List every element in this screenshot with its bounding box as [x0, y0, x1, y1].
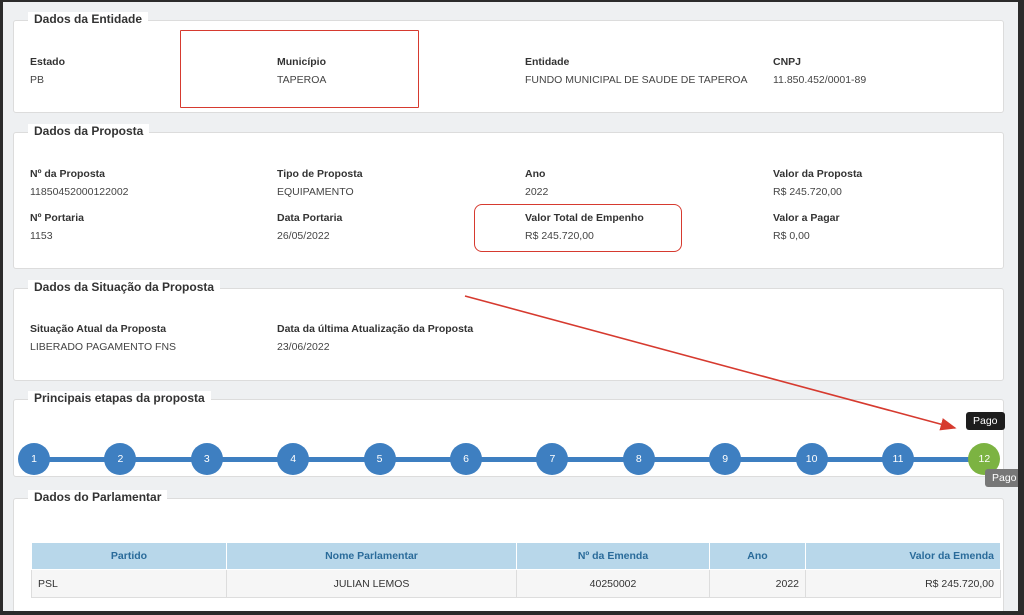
field-label-data-portaria: Data Portaria: [277, 212, 343, 224]
field-value-valor-pagar: R$ 0,00: [773, 230, 810, 242]
timeline-step-9[interactable]: 9: [709, 443, 742, 475]
panel-proposta: Dados da Proposta Nº da Proposta 1185045…: [13, 124, 1004, 269]
panel-title: Dados da Situação da Proposta: [28, 280, 221, 294]
panel-title: Dados do Parlamentar: [28, 490, 168, 504]
timeline-step-8[interactable]: 8: [622, 443, 655, 475]
column-header-ano[interactable]: Ano: [709, 542, 806, 570]
field-label-valor-pagar: Valor a Pagar: [773, 212, 840, 224]
timeline-step-1[interactable]: 1: [18, 443, 50, 475]
field-value-ano: 2022: [525, 186, 549, 198]
column-header-nome[interactable]: Nome Parlamentar: [226, 542, 517, 570]
field-value-entidade: FUNDO MUNICIPAL DE SAUDE DE TAPEROA: [525, 74, 748, 86]
timeline-step-11[interactable]: 11: [882, 443, 914, 475]
column-header-valor[interactable]: Valor da Emenda: [805, 542, 1001, 570]
cell-valor: R$ 245.720,00: [805, 569, 1001, 598]
page: Dados da Entidade Estado PB Município TA…: [3, 2, 1018, 611]
field-value-tipo-proposta: EQUIPAMENTO: [277, 186, 354, 198]
panel-situacao: Dados da Situação da Proposta Situação A…: [13, 280, 1004, 381]
parlamentar-table: Partido Nome Parlamentar Nº da Emenda An…: [31, 542, 1001, 598]
panel-parlamentar: Dados do Parlamentar Partido Nome Parlam…: [13, 490, 1004, 611]
cell-ano: 2022: [709, 569, 806, 598]
column-header-emenda[interactable]: Nº da Emenda: [516, 542, 710, 570]
field-label-situacao-atual: Situação Atual da Proposta: [30, 323, 167, 335]
timeline-step-6[interactable]: 6: [450, 443, 482, 475]
field-label-valor-proposta: Valor da Proposta: [773, 168, 863, 180]
timeline-step-2[interactable]: 2: [104, 443, 137, 475]
timeline-step-10[interactable]: 10: [795, 443, 828, 475]
field-label-cnpj: CNPJ: [773, 56, 802, 68]
panel-title: Dados da Proposta: [28, 124, 150, 138]
panel-title: Dados da Entidade: [28, 12, 149, 26]
column-header-partido[interactable]: Partido: [31, 542, 227, 570]
timeline-step-7[interactable]: 7: [536, 443, 569, 475]
field-label-municipio: Município: [277, 56, 326, 68]
timeline-step-3[interactable]: 3: [190, 443, 223, 475]
table-row[interactable]: PSL JULIAN LEMOS 40250002 2022 R$ 245.72…: [31, 569, 1001, 598]
field-label-portaria: Nº Portaria: [30, 212, 85, 224]
cell-partido: PSL: [31, 569, 227, 598]
field-value-valor-empenho: R$ 245.720,00: [525, 230, 594, 242]
timeline-track: [30, 457, 980, 462]
step-tooltip-secondary: Pago: [985, 469, 1018, 487]
cell-emenda: 40250002: [516, 569, 710, 598]
field-label-ano: Ano: [525, 168, 546, 180]
field-value-ultima-atualizacao: 23/06/2022: [277, 341, 330, 353]
table-header-row: Partido Nome Parlamentar Nº da Emenda An…: [31, 542, 1001, 570]
field-value-numero-proposta: 11850452000122002: [30, 186, 129, 198]
field-value-portaria: 1153: [30, 230, 53, 242]
field-value-situacao-atual: LIBERADO PAGAMENTO FNS: [30, 341, 177, 353]
field-value-estado: PB: [30, 74, 45, 86]
timeline-step-4[interactable]: 4: [277, 443, 310, 475]
panel-etapas: Principais etapas da proposta 1 2 3 4 5 6 7 8 9 1…: [13, 391, 1005, 477]
panel-entidade: Dados da Entidade Estado PB Município TA…: [13, 12, 1004, 113]
field-label-estado: Estado: [30, 56, 66, 68]
field-label-ultima-atualizacao: Data da última Atualização da Proposta: [277, 323, 474, 335]
cell-nome: JULIAN LEMOS: [226, 569, 517, 598]
field-label-valor-empenho: Valor Total de Empenho: [525, 212, 644, 224]
panel-title: Principais etapas da proposta: [28, 391, 211, 405]
step-tooltip: Pago: [966, 412, 1005, 430]
field-value-cnpj: 11.850.452/0001-89: [773, 74, 867, 86]
field-label-tipo-proposta: Tipo de Proposta: [277, 168, 363, 180]
field-value-data-portaria: 26/05/2022: [277, 230, 330, 242]
field-label-entidade: Entidade: [525, 56, 570, 68]
timeline-step-5[interactable]: 5: [363, 443, 396, 475]
field-label-numero-proposta: Nº da Proposta: [30, 168, 106, 180]
field-value-municipio: TAPEROA: [277, 74, 327, 86]
field-value-valor-proposta: R$ 245.720,00: [773, 186, 842, 198]
